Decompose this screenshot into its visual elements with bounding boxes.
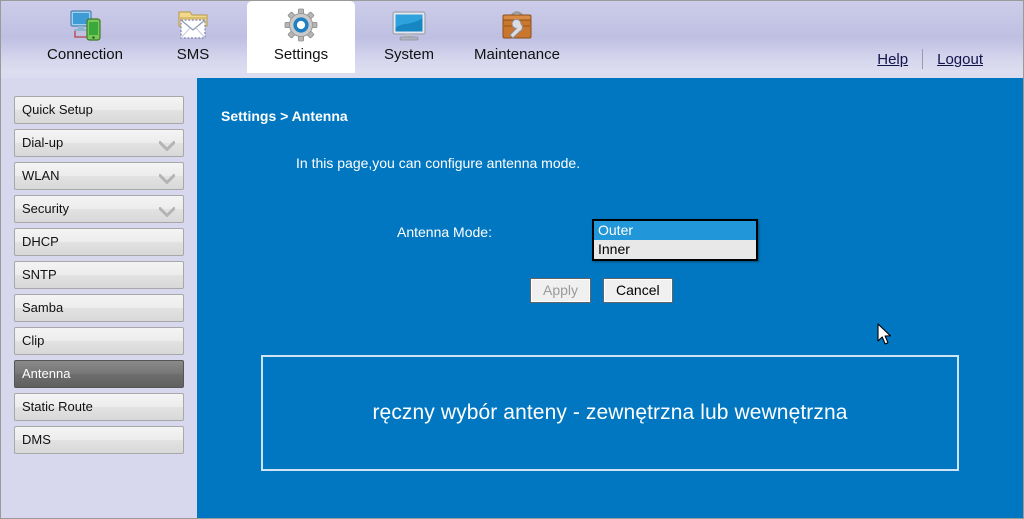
sidebar-item-security[interactable]: Security: [14, 195, 184, 223]
sidebar-item-label: DHCP: [22, 234, 59, 249]
tab-system[interactable]: System: [355, 1, 463, 73]
apply-button[interactable]: Apply: [530, 278, 592, 303]
tab-maintenance-label: Maintenance: [474, 46, 560, 63]
sidebar-item-clip[interactable]: Clip: [14, 327, 184, 355]
sidebar-item-label: Antenna: [22, 366, 71, 381]
tab-sms-label: SMS: [176, 46, 210, 63]
sidebar-item-dial-up[interactable]: Dial-up: [14, 129, 184, 157]
sidebar-item-label: Security: [22, 201, 69, 216]
chevron-down-icon: [158, 204, 176, 217]
sidebar: Quick Setup Dial-up WLAN Security DHCP S…: [1, 78, 197, 518]
annotation-text: ręczny wybór anteny - zewnętrzna lub wew…: [372, 401, 848, 424]
tab-settings-label: Settings: [273, 46, 329, 63]
antenna-mode-option-inner[interactable]: Inner: [594, 240, 756, 259]
sidebar-item-antenna[interactable]: Antenna: [14, 360, 184, 388]
sidebar-menu: Quick Setup Dial-up WLAN Security DHCP S…: [1, 78, 197, 454]
sidebar-item-label: Static Route: [22, 399, 93, 414]
sidebar-item-label: Quick Setup: [22, 102, 93, 117]
help-link[interactable]: Help: [863, 51, 922, 68]
tab-system-label: System: [383, 46, 434, 63]
sidebar-item-dhcp[interactable]: DHCP: [14, 228, 184, 256]
sidebar-item-samba[interactable]: Samba: [14, 294, 184, 322]
mouse-cursor-icon: [877, 323, 893, 347]
chevron-down-icon: [158, 171, 176, 184]
antenna-mode-select[interactable]: Outer Inner: [592, 219, 758, 261]
sidebar-item-label: Clip: [22, 333, 45, 348]
gear-icon: [281, 6, 321, 44]
tab-connection[interactable]: Connection: [31, 1, 139, 73]
logout-link[interactable]: Logout: [923, 51, 997, 68]
top-header: Connection SMS Settings System Maintenan…: [1, 1, 1023, 78]
monitor-icon: [389, 6, 429, 44]
toolbox-icon: [497, 6, 537, 44]
main-content: Settings > Antenna In this page,you can …: [197, 78, 1023, 518]
connection-icon: [65, 6, 105, 44]
sidebar-item-static-route[interactable]: Static Route: [14, 393, 184, 421]
tab-connection-label: Connection: [47, 46, 123, 63]
breadcrumb: Settings > Antenna: [221, 108, 348, 124]
sidebar-item-label: SNTP: [22, 267, 57, 282]
chevron-down-icon: [158, 138, 176, 151]
sidebar-item-label: DMS: [22, 432, 51, 447]
main-tab-bar: Connection SMS Settings System Maintenan…: [31, 1, 571, 73]
tab-sms[interactable]: SMS: [139, 1, 247, 73]
sms-envelope-icon: [173, 6, 213, 44]
header-links: Help Logout: [863, 49, 997, 69]
sidebar-item-label: Samba: [22, 300, 64, 315]
sidebar-item-label: Dial-up: [22, 135, 64, 150]
sidebar-item-wlan[interactable]: WLAN: [14, 162, 184, 190]
annotation-box: ręczny wybór anteny - zewnętrzna lub wew…: [261, 355, 959, 471]
cancel-button[interactable]: Cancel: [603, 278, 673, 303]
router-admin-page: Connection SMS Settings System Maintenan…: [0, 0, 1024, 519]
form-buttons: Apply Cancel: [530, 278, 673, 303]
tab-maintenance[interactable]: Maintenance: [463, 1, 571, 73]
antenna-mode-row: Antenna Mode: Outer Inner: [397, 219, 758, 261]
antenna-mode-option-outer[interactable]: Outer: [594, 221, 756, 240]
sidebar-item-quick-setup[interactable]: Quick Setup: [14, 96, 184, 124]
sidebar-item-sntp[interactable]: SNTP: [14, 261, 184, 289]
tab-settings[interactable]: Settings: [247, 1, 355, 73]
sidebar-item-label: WLAN: [22, 168, 60, 183]
page-description: In this page,you can configure antenna m…: [296, 155, 581, 171]
sidebar-item-dms[interactable]: DMS: [14, 426, 184, 454]
antenna-mode-label: Antenna Mode:: [397, 224, 492, 240]
